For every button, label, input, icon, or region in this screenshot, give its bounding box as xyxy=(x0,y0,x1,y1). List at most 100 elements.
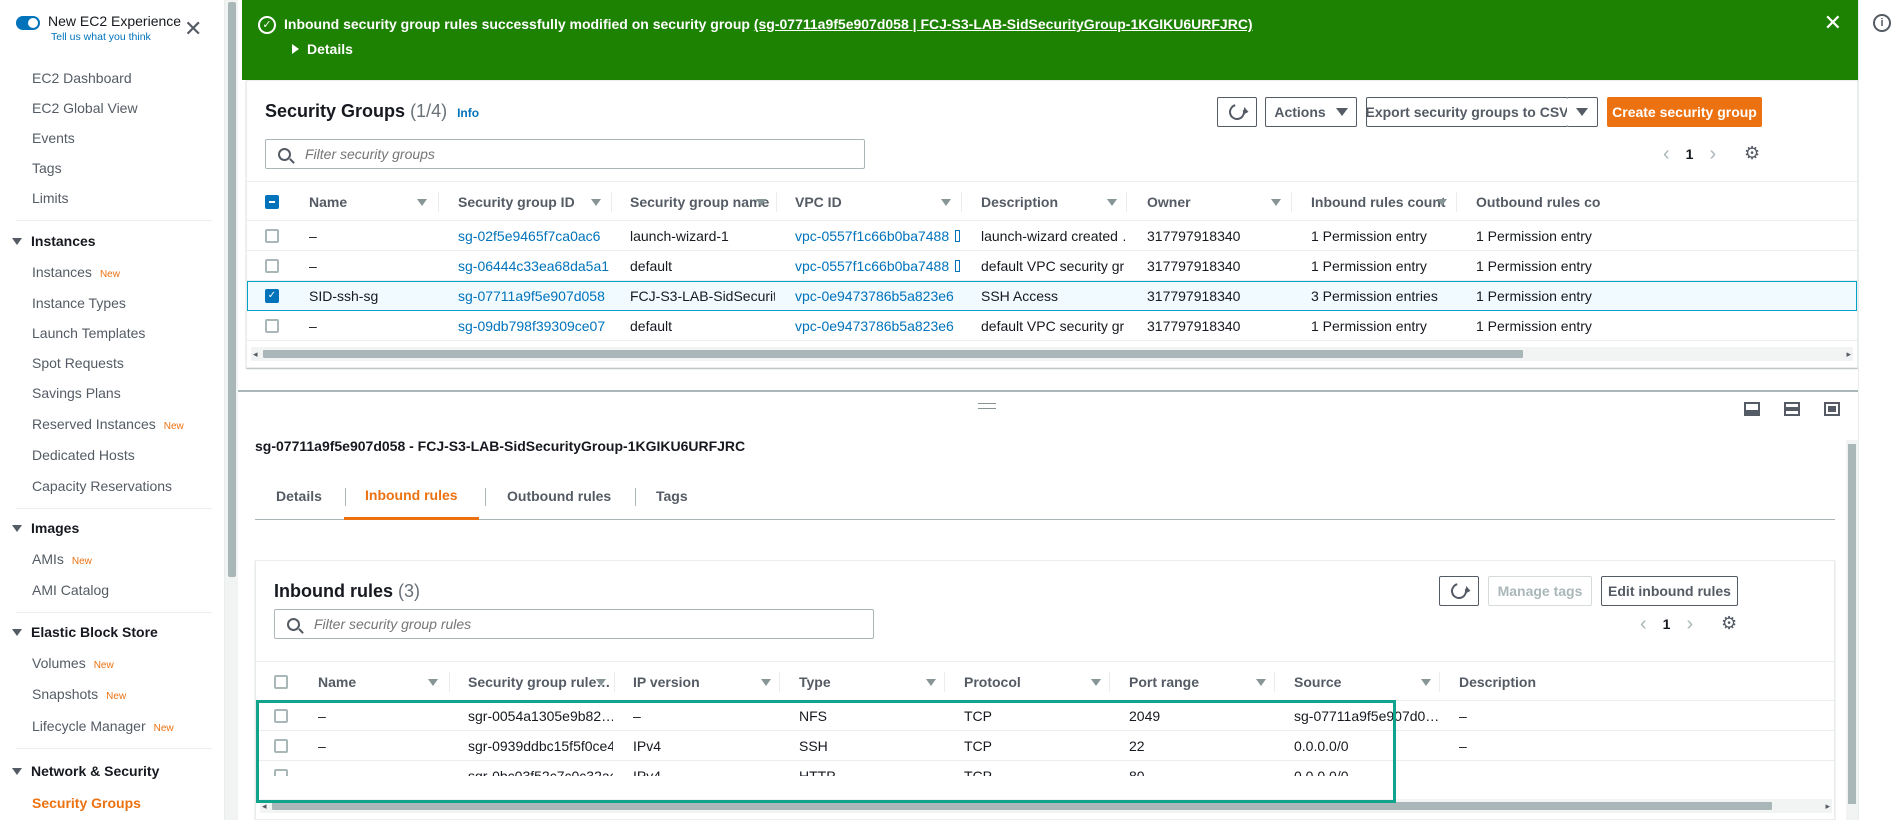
column-inbound-rules-count[interactable]: Inbound rules count xyxy=(1292,182,1457,222)
sidebar-item-ami-catalog[interactable]: AMI Catalog xyxy=(32,582,109,598)
sidebar-item-limits[interactable]: Limits xyxy=(32,190,69,206)
cell-sg-id-link[interactable]: sg-09db798f39309ce07 xyxy=(458,311,610,341)
split-middle-icon[interactable] xyxy=(1784,402,1800,416)
row-checkbox[interactable] xyxy=(265,229,279,243)
feedback-link[interactable]: Tell us what you think xyxy=(51,31,181,43)
select-all-checkbox[interactable] xyxy=(265,195,279,209)
export-csv-button[interactable]: Export security groups to CSV xyxy=(1365,97,1569,127)
gear-icon[interactable]: ⚙ xyxy=(1721,614,1737,632)
column-source[interactable]: Source xyxy=(1275,662,1440,702)
chevron-left-icon[interactable]: ‹ xyxy=(1663,144,1670,164)
close-icon[interactable]: ✕ xyxy=(184,18,202,40)
page-number[interactable]: 1 xyxy=(1659,616,1675,632)
column-name[interactable]: Name xyxy=(291,182,439,222)
sidebar-scrollbar[interactable] xyxy=(224,0,238,820)
sidebar-item-events[interactable]: Events xyxy=(32,130,75,146)
table-row[interactable]: – sg-02f5e9465f7ca0ac6 launch-wizard-1 v… xyxy=(247,221,1857,251)
info-link[interactable]: Info xyxy=(457,106,479,120)
column-protocol[interactable]: Protocol xyxy=(945,662,1110,702)
search-input[interactable] xyxy=(314,616,853,632)
column-vpc-id[interactable]: VPC ID xyxy=(777,182,962,222)
section-network-security[interactable]: Network & Security xyxy=(12,763,159,779)
info-icon[interactable]: i xyxy=(1873,14,1891,32)
security-groups-search[interactable] xyxy=(265,139,865,169)
split-panel-divider[interactable] xyxy=(238,390,1858,392)
sidebar-item-lifecycle-manager[interactable]: Lifecycle Manager New xyxy=(32,718,174,734)
sidebar-item-savings-plans[interactable]: Savings Plans xyxy=(32,385,121,401)
tab-details[interactable]: Details xyxy=(255,472,343,520)
row-checkbox-checked[interactable]: ✓ xyxy=(265,289,279,303)
chevron-right-icon[interactable]: › xyxy=(1709,144,1716,164)
select-all-checkbox[interactable] xyxy=(274,675,288,689)
table-row-selected[interactable]: ✓ SID-ssh-sg sg-07711a9f5e907d058 FCJ-S3… xyxy=(247,281,1857,311)
chevron-left-icon[interactable]: ‹ xyxy=(1640,614,1647,634)
drag-handle-icon[interactable] xyxy=(978,403,996,409)
close-icon[interactable]: ✕ xyxy=(1824,12,1842,34)
section-instances[interactable]: Instances xyxy=(12,233,96,249)
column-description[interactable]: Description xyxy=(1440,662,1834,702)
sidebar-item-capacity-reservations[interactable]: Capacity Reservations xyxy=(32,478,172,494)
sidebar-item-instances[interactable]: Instances New xyxy=(32,264,120,280)
column-security-group-name[interactable]: Security group name xyxy=(612,182,777,222)
inbound-rules-search[interactable] xyxy=(274,609,874,639)
scroll-right-icon[interactable]: ▸ xyxy=(1825,799,1830,813)
sidebar-item-reserved-instances[interactable]: Reserved Instances New xyxy=(32,416,184,432)
refresh-button[interactable] xyxy=(1439,576,1479,606)
cell-vpc-link[interactable]: vpc-0557f1c66b0ba7488 xyxy=(795,251,960,281)
column-owner[interactable]: Owner xyxy=(1127,182,1292,222)
horizontal-scrollbar[interactable]: ◂ ▸ xyxy=(251,347,1853,361)
scrollbar-thumb[interactable] xyxy=(263,350,1523,358)
edit-inbound-rules-button[interactable]: Edit inbound rules xyxy=(1601,576,1738,606)
cell-sg-id-link[interactable]: sg-07711a9f5e907d058 xyxy=(458,281,610,311)
manage-tags-button[interactable]: Manage tags xyxy=(1488,576,1592,606)
sidebar-item-launch-templates[interactable]: Launch Templates xyxy=(32,325,145,341)
tab-tags[interactable]: Tags xyxy=(635,472,709,520)
cell-vpc-link[interactable]: vpc-0e9473786b5a823e6 xyxy=(795,281,960,311)
scrollbar-thumb[interactable] xyxy=(272,802,1772,810)
scroll-left-icon[interactable]: ◂ xyxy=(253,347,258,361)
new-experience-toggle[interactable] xyxy=(16,16,40,30)
sidebar-item-tags[interactable]: Tags xyxy=(32,160,62,176)
cell-sg-id-link[interactable]: sg-02f5e9465f7ca0ac6 xyxy=(458,221,610,251)
search-input[interactable] xyxy=(305,146,844,162)
detail-vertical-scrollbar[interactable] xyxy=(1846,440,1858,820)
sidebar-item-snapshots[interactable]: Snapshots New xyxy=(32,686,126,702)
section-images[interactable]: Images xyxy=(12,520,79,536)
table-row[interactable]: – sg-06444c33ea68da5a1 default vpc-0557f… xyxy=(247,251,1857,281)
section-elastic-block-store[interactable]: Elastic Block Store xyxy=(12,624,158,640)
gear-icon[interactable]: ⚙ xyxy=(1744,144,1760,162)
flash-security-group-link[interactable]: (sg-07711a9f5e907d058 | FCJ-S3-LAB-SidSe… xyxy=(754,16,1253,32)
column-type[interactable]: Type xyxy=(780,662,945,702)
row-checkbox[interactable] xyxy=(265,319,279,333)
create-security-group-button[interactable]: Create security group xyxy=(1607,97,1762,127)
split-full-icon[interactable] xyxy=(1824,402,1840,416)
cell-vpc-link[interactable]: vpc-0557f1c66b0ba7488 xyxy=(795,221,960,251)
chevron-right-icon[interactable]: › xyxy=(1686,614,1693,634)
tab-inbound-rules[interactable]: Inbound rules xyxy=(344,472,479,520)
sidebar-item-dedicated-hosts[interactable]: Dedicated Hosts xyxy=(32,447,135,463)
tab-outbound-rules[interactable]: Outbound rules xyxy=(486,472,632,520)
scrollbar-thumb[interactable] xyxy=(1848,444,1856,804)
actions-button[interactable]: Actions xyxy=(1265,97,1357,127)
sidebar-item-ec2-dashboard[interactable]: EC2 Dashboard xyxy=(32,70,132,86)
sidebar-item-ec2-global-view[interactable]: EC2 Global View xyxy=(32,100,138,116)
page-number[interactable]: 1 xyxy=(1682,146,1698,162)
column-name[interactable]: Name xyxy=(300,662,450,702)
scroll-right-icon[interactable]: ▸ xyxy=(1846,347,1851,361)
sidebar-item-spot-requests[interactable]: Spot Requests xyxy=(32,355,124,371)
column-ip-version[interactable]: IP version xyxy=(615,662,780,702)
column-port-range[interactable]: Port range xyxy=(1110,662,1275,702)
flash-details-toggle[interactable]: Details xyxy=(292,41,353,57)
row-checkbox[interactable] xyxy=(265,259,279,273)
scrollbar-thumb[interactable] xyxy=(228,2,236,577)
column-outbound-rules-count[interactable]: Outbound rules co xyxy=(1457,182,1857,222)
sidebar-item-volumes[interactable]: Volumes New xyxy=(32,655,114,671)
sidebar-item-amis[interactable]: AMIs New xyxy=(32,551,92,567)
column-security-group-id[interactable]: Security group ID xyxy=(439,182,612,222)
split-bottom-icon[interactable] xyxy=(1744,402,1760,416)
sidebar-item-instance-types[interactable]: Instance Types xyxy=(32,295,126,311)
column-security-group-rule-id[interactable]: Security group rule… xyxy=(450,662,615,702)
refresh-button[interactable] xyxy=(1217,97,1257,127)
export-dropdown-button[interactable] xyxy=(1567,97,1598,127)
table-row[interactable]: – sg-09db798f39309ce07 default vpc-0e947… xyxy=(247,311,1857,341)
